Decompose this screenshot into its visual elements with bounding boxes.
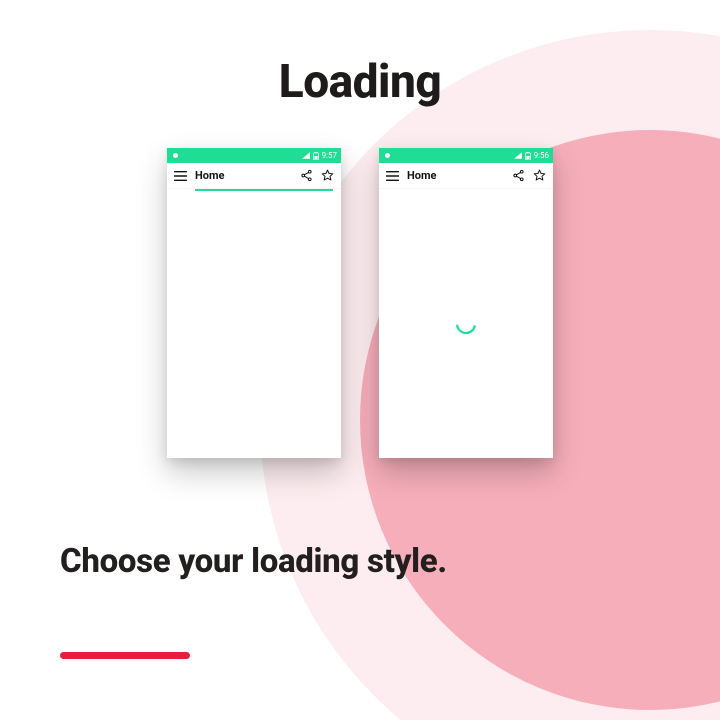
screen-content xyxy=(167,189,341,458)
app-bar: Home xyxy=(167,163,341,189)
share-icon[interactable] xyxy=(300,169,313,182)
page-title: Loading xyxy=(0,55,720,109)
accent-underline xyxy=(60,652,190,659)
star-outline-icon[interactable] xyxy=(321,169,334,182)
phone-mockups-row: 9:57 Home 9:56 Home xyxy=(0,148,720,458)
hamburger-menu-icon[interactable] xyxy=(386,171,399,181)
battery-icon xyxy=(525,152,531,160)
status-dot-icon xyxy=(385,153,390,158)
phone-mockup-linear: 9:57 Home xyxy=(167,148,341,458)
status-bar: 9:56 xyxy=(379,148,553,163)
phone-mockup-circular: 9:56 Home xyxy=(379,148,553,458)
signal-icon xyxy=(514,152,522,159)
app-bar-title: Home xyxy=(195,169,292,182)
page-subtitle: Choose your loading style. xyxy=(60,540,480,585)
status-bar: 9:57 xyxy=(167,148,341,163)
linear-progress-indicator xyxy=(195,189,333,191)
app-bar-title: Home xyxy=(407,169,504,182)
app-bar: Home xyxy=(379,163,553,189)
share-icon[interactable] xyxy=(512,169,525,182)
status-time: 9:57 xyxy=(322,151,337,160)
star-outline-icon[interactable] xyxy=(533,169,546,182)
status-time: 9:56 xyxy=(534,151,549,160)
screen-content xyxy=(379,189,553,458)
status-dot-icon xyxy=(173,153,178,158)
hamburger-menu-icon[interactable] xyxy=(174,171,187,181)
circular-progress-indicator xyxy=(454,312,478,336)
signal-icon xyxy=(302,152,310,159)
promo-canvas: Loading 9:57 Home xyxy=(0,0,720,720)
battery-icon xyxy=(313,152,319,160)
